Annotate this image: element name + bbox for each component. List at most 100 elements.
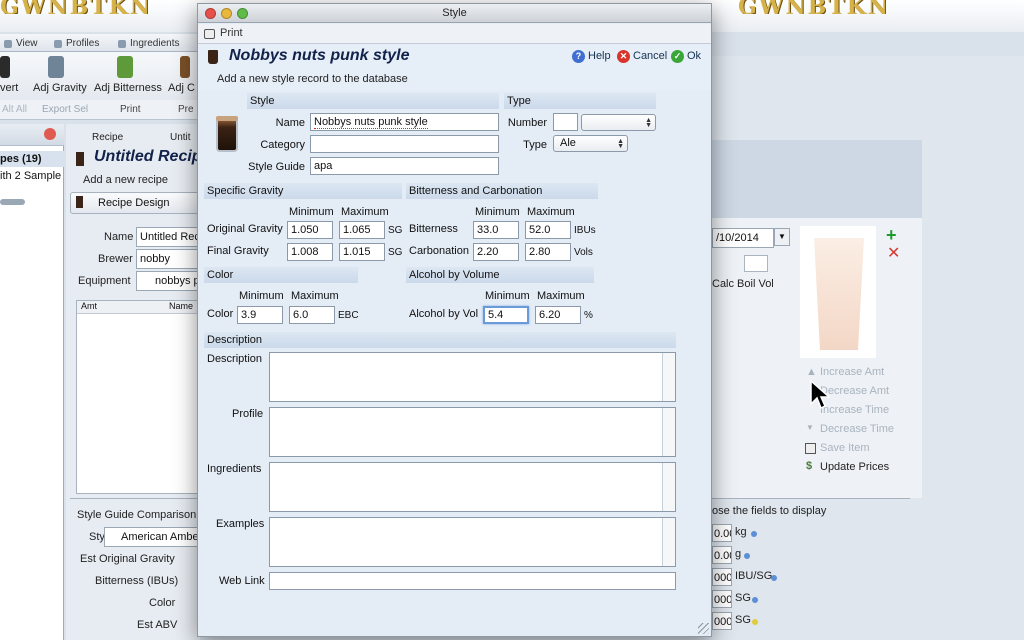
tab-ingredients[interactable]: Ingredients — [116, 36, 179, 51]
value-field-3[interactable]: 000 — [712, 568, 732, 586]
adj-gravity-button[interactable]: Adj Gravity — [33, 82, 87, 94]
value-field-4[interactable]: 000 — [712, 590, 732, 608]
tab-view[interactable]: View — [2, 36, 38, 51]
tree-scrollbar[interactable] — [0, 199, 25, 205]
recipe-tab[interactable]: Recipe — [92, 132, 123, 143]
description-textarea[interactable] — [269, 352, 676, 402]
style-dialog: Style Print Nobbys nuts punk style Add a… — [197, 3, 712, 637]
banner-logo-left: GWNBTKN — [0, 0, 150, 14]
value-field-2[interactable]: 0.00 — [712, 546, 732, 564]
ok-label: Ok — [687, 50, 702, 62]
type-section-header: Type — [504, 93, 656, 109]
carbonation-label: Carbonation — [409, 245, 469, 257]
color-min-label: Minimum — [239, 290, 284, 302]
export-sel-button[interactable]: Export Sel — [42, 104, 88, 115]
untitled-tab[interactable]: Untit — [170, 132, 191, 143]
boil-vol-stepper[interactable] — [744, 255, 768, 272]
close-window-icon[interactable] — [205, 8, 216, 19]
value-field-5[interactable]: 000 — [712, 612, 732, 630]
category-input[interactable] — [310, 135, 499, 153]
carb-min-input[interactable]: 2.20 — [473, 243, 519, 261]
decrease-time-button[interactable]: Decrease Time — [820, 423, 894, 435]
info-dot-icon — [771, 575, 777, 581]
convert-button[interactable]: vert — [0, 82, 18, 94]
brewer-field[interactable]: nobby — [136, 249, 200, 269]
increase-time-button[interactable]: Increase Time — [820, 404, 889, 416]
bitterness-min-label: Minimum — [475, 206, 520, 218]
number-input[interactable] — [553, 113, 578, 131]
profile-textarea[interactable] — [269, 407, 676, 457]
recipe-name-field[interactable]: Untitled Rec — [136, 227, 200, 247]
recipe-design-icon — [76, 196, 83, 208]
alt-all-button[interactable]: Alt All — [2, 104, 27, 115]
abv-min-label: Minimum — [485, 290, 530, 302]
resize-grip-icon[interactable] — [698, 623, 709, 634]
type-select-value: Ale — [560, 137, 576, 149]
og-min-input[interactable]: 1.050 — [287, 221, 333, 239]
unit-sg: SG — [735, 592, 751, 604]
abv-min-input[interactable]: 5.4 — [483, 306, 529, 324]
type-select[interactable]: Ale ▲ ▼ — [553, 135, 628, 152]
tab-profiles[interactable]: Profiles — [52, 36, 99, 51]
info-dot-icon — [751, 531, 757, 537]
bg-print-button[interactable]: Print — [120, 104, 141, 115]
remove-icon[interactable]: ✕ — [887, 246, 900, 262]
date-picker-button[interactable]: ▼ — [774, 228, 790, 246]
tree-recipes-node[interactable]: pes (19) — [0, 151, 64, 167]
style-guide-input[interactable]: apa — [310, 157, 499, 175]
equipment-select[interactable]: nobbys p — [136, 271, 200, 291]
carb-max-input[interactable]: 2.80 — [525, 243, 571, 261]
help-button[interactable]: ? Help — [572, 50, 611, 63]
info-dot-icon — [744, 553, 750, 559]
save-item-button[interactable]: Save Item — [820, 442, 870, 454]
abv-max-input[interactable]: 6.20 — [535, 306, 581, 324]
abv-section-header: Alcohol by Volume — [406, 267, 594, 283]
ok-button[interactable]: ✓ Ok — [671, 50, 702, 63]
print-button[interactable]: Print — [204, 27, 243, 39]
fg-max-input[interactable]: 1.015 — [339, 243, 385, 261]
brew-date-field[interactable]: /10/2014 — [712, 228, 774, 248]
minimize-window-icon[interactable] — [221, 8, 232, 19]
col-name[interactable]: Name — [169, 301, 193, 311]
color-min-input[interactable]: 3.9 — [237, 306, 283, 324]
tree-sample-node[interactable]: ith 2 Sample — [0, 168, 64, 184]
zoom-window-icon[interactable] — [237, 8, 248, 19]
color-max-label: Maximum — [291, 290, 339, 302]
equipment-label: Equipment — [78, 275, 131, 287]
og-max-input[interactable]: 1.065 — [339, 221, 385, 239]
examples-textarea[interactable] — [269, 517, 676, 567]
increase-amt-button[interactable]: Increase Amt — [820, 366, 884, 378]
unit-kg: kg — [735, 526, 747, 538]
color-label: Color — [207, 308, 234, 320]
col-amt[interactable]: Amt — [81, 301, 97, 311]
ingredients-textarea[interactable] — [269, 462, 676, 512]
style-name-label: Name — [275, 117, 305, 129]
adj-bitterness-button[interactable]: Adj Bitterness — [94, 82, 162, 94]
cancel-button[interactable]: ✕ Cancel — [617, 50, 667, 63]
add-icon[interactable]: + — [886, 226, 897, 244]
recipe-design-tab[interactable]: Recipe Design — [70, 192, 200, 214]
close-panel-icon[interactable] — [44, 128, 56, 140]
bitterness-section-header: Bitterness and Carbonation — [406, 183, 598, 199]
dollar-icon: $ — [806, 460, 813, 472]
color-max-input[interactable]: 6.0 — [289, 306, 335, 324]
number-select[interactable]: ▲ ▼ — [581, 114, 656, 131]
compare-abv-label: Est ABV — [137, 619, 178, 631]
update-prices-button[interactable]: Update Prices — [820, 461, 889, 473]
compare-og-label: Est Original Gravity — [80, 553, 175, 565]
fg-min-input[interactable]: 1.008 — [287, 243, 333, 261]
adj-color-button[interactable]: Adj C — [168, 82, 195, 94]
divider — [710, 498, 910, 499]
style-name-input[interactable]: Nobbys nuts punk style — [310, 113, 499, 131]
web-link-input[interactable] — [269, 572, 676, 590]
ibu-min-input[interactable]: 33.0 — [473, 221, 519, 239]
ibu-max-input[interactable]: 52.0 — [525, 221, 571, 239]
recipe-tree-header — [0, 124, 64, 146]
main-toolbar: vert Adj Gravity Adj Bitterness Adj C — [0, 52, 200, 100]
og-label: Original Gravity — [207, 223, 283, 235]
compare-style-select[interactable]: American Ambe — [104, 527, 200, 547]
decrease-amt-button[interactable]: Decrease Amt — [820, 385, 889, 397]
down-triangle-icon: ▼ — [806, 423, 814, 432]
value-field-1[interactable]: 0.00 — [712, 524, 732, 542]
preview-button[interactable]: Pre — [178, 104, 194, 115]
